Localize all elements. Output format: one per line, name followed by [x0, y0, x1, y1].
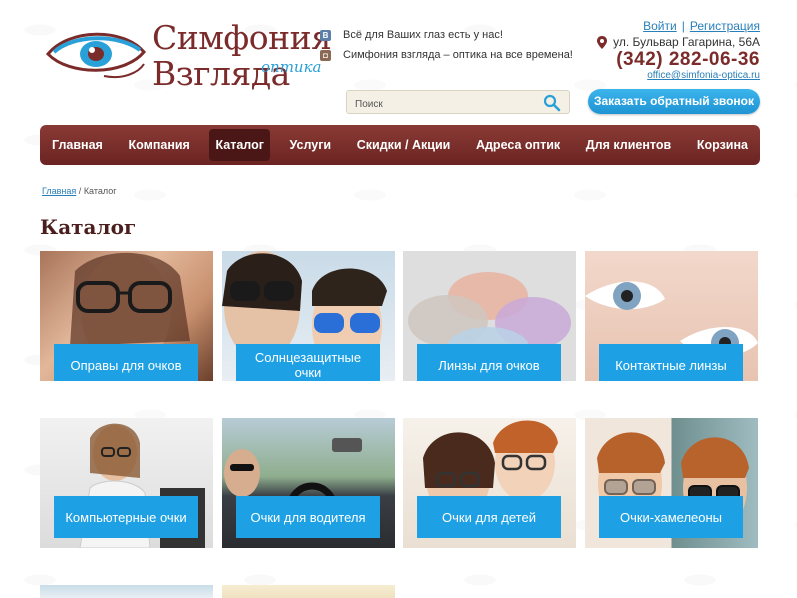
catalog-label: Контактные линзы — [599, 344, 743, 381]
catalog-tile-photochromic-glasses[interactable]: Очки-хамелеоны — [585, 418, 758, 548]
breadcrumb-home-link[interactable]: Главная — [42, 186, 76, 196]
address: ул. Бульвар Гагарина, 56А — [597, 35, 760, 49]
breadcrumb: Главная / Каталог — [42, 186, 117, 196]
nav-item-discounts[interactable]: Скидки / Акции — [351, 129, 457, 161]
vk-icon[interactable]: B — [320, 29, 331, 41]
search-input[interactable] — [353, 95, 537, 113]
catalog-tile-sunglasses[interactable]: Солнцезащитные очки — [222, 251, 395, 381]
breadcrumb-current: Каталог — [83, 186, 117, 196]
email-link[interactable]: office@simfonia-optica.ru — [647, 70, 760, 81]
catalog-tile-lenses[interactable]: Линзы для очков — [403, 251, 576, 381]
social-row-vk: B Всё для Ваших глаз есть у нас! — [320, 26, 573, 44]
nav-item-cart[interactable]: Корзина — [691, 129, 754, 161]
catalog-tile-partial — [222, 585, 395, 598]
site-logo[interactable]: Симфония Взгляда оптика — [44, 18, 332, 96]
nav-item-catalog[interactable]: Каталог — [209, 129, 270, 161]
catalog-tile-contact-lenses[interactable]: Контактные линзы — [585, 251, 758, 381]
login-link[interactable]: Войти — [643, 19, 677, 33]
nav-item-company[interactable]: Компания — [122, 129, 195, 161]
search-icon[interactable] — [543, 94, 561, 112]
catalog-label: Очки-хамелеоны — [599, 496, 743, 538]
catalog-tile-partial — [40, 585, 213, 598]
catalog-label: Очки для водителя — [236, 496, 380, 538]
auth-links: Войти | Регистрация — [643, 19, 760, 33]
search-box — [346, 90, 570, 114]
nav-item-clients[interactable]: Для клиентов — [580, 129, 677, 161]
catalog-tile-driver-glasses[interactable]: Очки для водителя — [222, 418, 395, 548]
page-title: Каталог — [40, 215, 137, 239]
auth-separator: | — [681, 19, 685, 33]
catalog-label: Очки для детей — [417, 496, 561, 538]
phone-number[interactable]: (342) 282-06-36 — [616, 49, 760, 71]
logo-text-line1: Симфония — [152, 18, 332, 57]
main-navigation: Главная Компания Каталог Услуги Скидки /… — [40, 125, 760, 165]
map-pin-icon — [597, 35, 608, 49]
catalog-tile-computer-glasses[interactable]: Компьютерные очки — [40, 418, 213, 548]
social-taglines: B Всё для Ваших глаз есть у нас! ◘ Симфо… — [320, 26, 573, 66]
logo-subtitle: оптика — [261, 58, 322, 76]
catalog-label: Линзы для очков — [417, 344, 561, 381]
register-link[interactable]: Регистрация — [690, 19, 760, 33]
eye-logo-icon — [46, 32, 146, 78]
nav-item-addresses[interactable]: Адреса оптик — [470, 129, 566, 161]
social-row-instagram: ◘ Симфония взгляда – оптика на все време… — [320, 46, 573, 64]
catalog-tile-frames[interactable]: Оправы для очков — [40, 251, 213, 381]
catalog-label: Компьютерные очки — [54, 496, 198, 538]
catalog-tile-kids-glasses[interactable]: Очки для детей — [403, 418, 576, 548]
nav-item-services[interactable]: Услуги — [284, 129, 338, 161]
tagline-2: Симфония взгляда – оптика на все времена… — [343, 49, 573, 61]
catalog-label: Оправы для очков — [54, 344, 198, 381]
nav-item-home[interactable]: Главная — [46, 129, 109, 161]
tagline-1: Всё для Ваших глаз есть у нас! — [343, 29, 503, 41]
catalog-label: Солнцезащитные очки — [236, 344, 380, 381]
breadcrumb-separator: / — [78, 186, 82, 196]
callback-button[interactable]: Заказать обратный звонок — [588, 89, 760, 114]
address-text: ул. Бульвар Гагарина, 56А — [613, 35, 760, 49]
instagram-icon[interactable]: ◘ — [320, 49, 331, 61]
